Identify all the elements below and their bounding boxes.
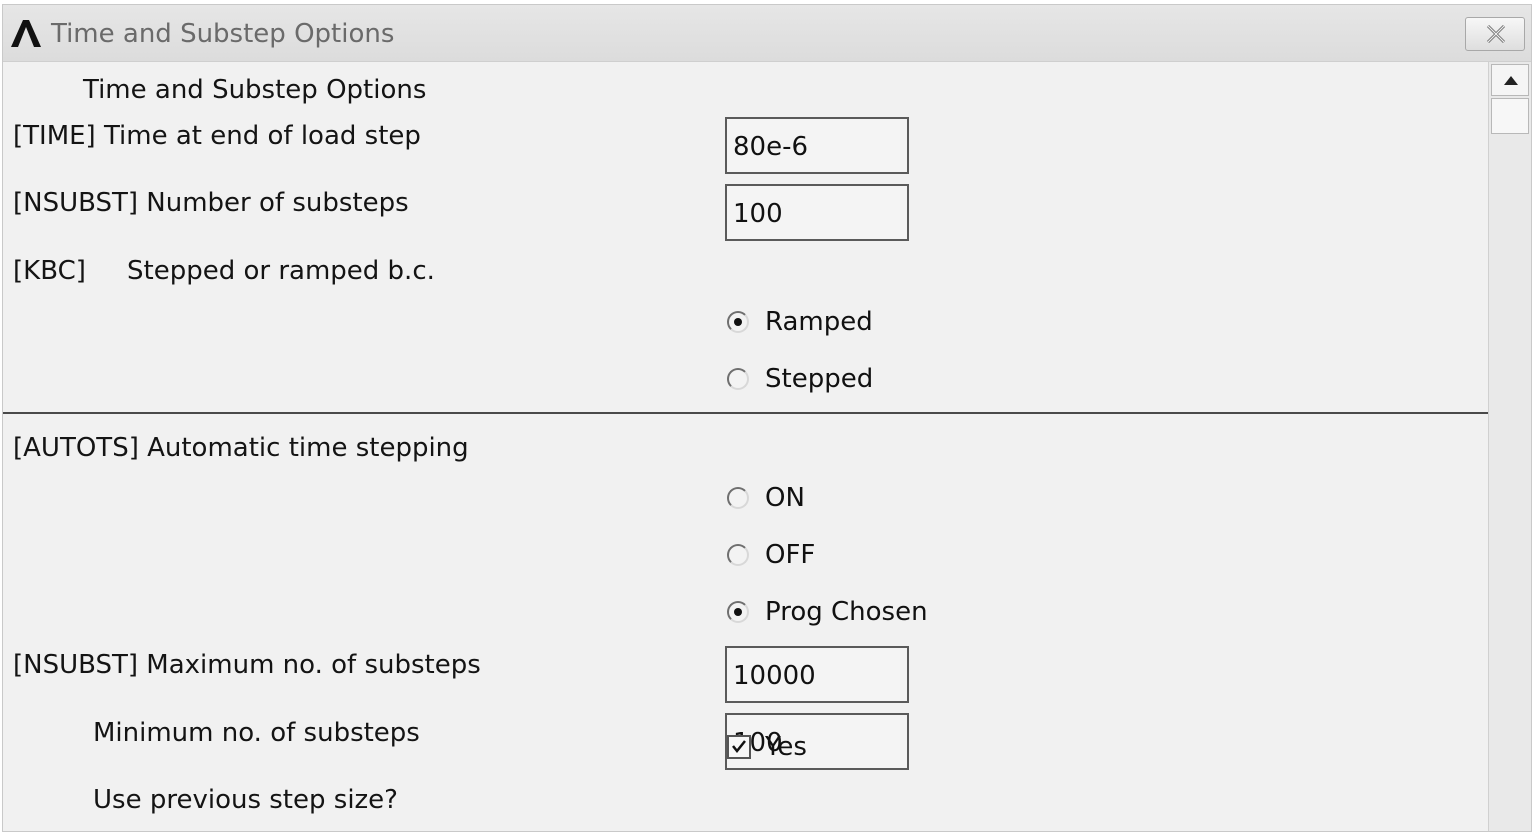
dialog-content: Time and Substep Options [TIME] Time at … [3, 62, 1491, 832]
radio-selected-dot [734, 608, 742, 616]
radio-off-label: OFF [765, 540, 816, 570]
prev-step-checkbox-label: Yes [765, 732, 807, 762]
radio-stepped[interactable]: Stepped [727, 362, 873, 396]
radio-stepped-label: Stepped [765, 364, 874, 394]
scroll-thumb[interactable] [1491, 98, 1529, 134]
radio-on-label: ON [765, 483, 805, 513]
prev-step-checkbox[interactable]: Yes [727, 730, 807, 764]
window-title: Time and Substep Options [51, 19, 395, 49]
radio-off[interactable]: OFF [727, 538, 815, 572]
radio-button-icon [727, 368, 749, 390]
prev-step-label: Use previous step size? [93, 785, 398, 815]
vertical-scrollbar[interactable] [1488, 62, 1531, 831]
radio-button-icon [727, 601, 749, 623]
radio-selected-dot [734, 318, 742, 326]
kbc-label: Stepped or ramped b.c. [127, 256, 435, 286]
checkmark-icon [732, 740, 746, 754]
radio-prog-chosen[interactable]: Prog Chosen [727, 595, 928, 629]
nsubst-label: [NSUBST] Number of substeps [13, 188, 409, 218]
radio-ramped[interactable]: Ramped [727, 305, 873, 339]
radio-ramped-label: Ramped [765, 307, 873, 337]
time-input[interactable] [725, 117, 909, 174]
dialog-window: Time and Substep Options Time and Subste… [2, 4, 1532, 832]
title-bar[interactable]: Time and Substep Options [3, 5, 1531, 62]
arrow-up-icon [1504, 76, 1518, 85]
nsubst-input[interactable] [725, 184, 909, 241]
max-substeps-input[interactable] [725, 646, 909, 703]
section-divider [3, 412, 1491, 414]
kbc-code-label: [KBC] [13, 256, 86, 286]
radio-button-icon [727, 544, 749, 566]
radio-on[interactable]: ON [727, 481, 805, 515]
checkbox-icon [727, 735, 751, 759]
radio-button-icon [727, 311, 749, 333]
scroll-up-button[interactable] [1491, 64, 1529, 96]
radio-button-icon [727, 487, 749, 509]
section-title: Time and Substep Options [83, 75, 427, 105]
radio-prog-chosen-label: Prog Chosen [765, 597, 928, 627]
max-substeps-label: [NSUBST] Maximum no. of substeps [13, 650, 481, 680]
time-label: [TIME] Time at end of load step [13, 121, 421, 151]
close-icon [1486, 25, 1506, 43]
min-substeps-label: Minimum no. of substeps [93, 718, 420, 748]
close-button[interactable] [1465, 17, 1525, 51]
autots-label: [AUTOTS] Automatic time stepping [13, 433, 469, 463]
ansys-logo-icon [11, 20, 41, 47]
